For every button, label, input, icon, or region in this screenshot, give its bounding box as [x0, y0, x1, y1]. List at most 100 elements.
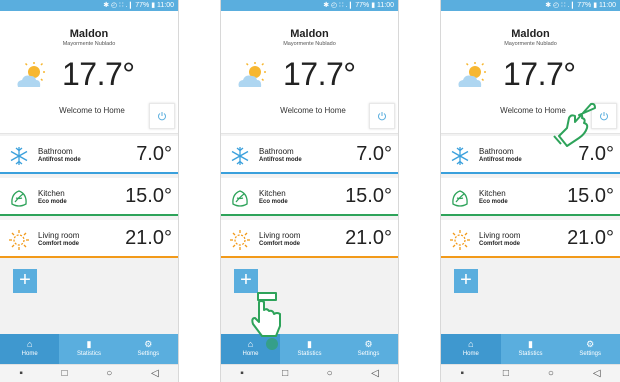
home-icon: ⌂ [26, 339, 33, 349]
current-temperature: 17.7° [503, 56, 576, 92]
room-mode: Comfort mode [259, 241, 300, 247]
room-mode: Eco mode [259, 199, 288, 205]
eco-leaf-icon [452, 190, 468, 207]
power-icon [378, 112, 386, 121]
gear-icon: ⚙ [364, 339, 373, 349]
welcome-text: Welcome to Home [59, 106, 125, 115]
add-room-button[interactable]: + [13, 269, 37, 293]
room-mode: Eco mode [38, 199, 67, 205]
recent-apps-button[interactable]: ▪ [460, 368, 464, 379]
room-temperature: 21.0° [567, 227, 614, 249]
room-bathroom[interactable]: Bathroom Antifrost mode 7.0° [221, 136, 398, 174]
room-name: Living room [38, 231, 80, 240]
android-nav-bar: ▪ □ ○ ◁ [441, 364, 620, 382]
current-temperature: 17.7° [283, 56, 356, 92]
back-button[interactable]: ◁ [371, 368, 379, 379]
weather-panel: Maldon Mayormente Nublado 17.7° Welcome … [221, 11, 398, 134]
room-kitchen[interactable]: Kitchen Eco mode 15.0° [221, 178, 398, 216]
weather-panel: Maldon Mayormente Nublado 17.7° Welcome … [0, 11, 178, 134]
overview-button[interactable]: □ [503, 368, 509, 379]
tab-settings[interactable]: ⚙ Settings [119, 334, 178, 364]
room-mode: Antifrost mode [38, 157, 81, 163]
snowflake-icon [451, 147, 469, 165]
room-name: Living room [259, 231, 301, 240]
tab-home[interactable]: ⌂ Home [441, 334, 501, 364]
partly-cloudy-icon [17, 62, 45, 87]
room-temperature: 21.0° [125, 227, 172, 249]
snowflake-icon [10, 147, 28, 165]
room-bathroom[interactable]: Bathroom Antifrost mode 7.0° [0, 136, 178, 174]
power-icon [158, 112, 166, 121]
room-temperature: 21.0° [345, 227, 392, 249]
city-name: Maldon [69, 28, 109, 40]
overview-button[interactable]: □ [282, 368, 288, 379]
city-name: Maldon [511, 28, 550, 40]
gear-icon: ⚙ [144, 339, 153, 349]
tab-settings[interactable]: ⚙ Settings [339, 334, 398, 364]
snowflake-icon [231, 147, 249, 165]
room-living-room[interactable]: Living room Comfort mode 21.0° [221, 220, 398, 258]
statistics-icon: ▮ [528, 339, 533, 349]
room-mode: Comfort mode [38, 241, 79, 247]
home-nav-button[interactable]: ○ [106, 368, 112, 379]
home-nav-button[interactable]: ○ [548, 368, 554, 379]
partly-cloudy-icon [238, 62, 266, 87]
room-mode: Antifrost mode [479, 157, 522, 163]
room-name: Bathroom [259, 147, 294, 156]
tab-bar: ⌂ Home ▮ Statistics ⚙ Settings [441, 334, 620, 364]
status-bar: ✱ ◴ ∷ .❙ 77% ▮ 11:00 [221, 0, 398, 11]
tab-home[interactable]: ⌂ Home [0, 334, 60, 364]
tab-statistics[interactable]: ▮ Statistics [59, 334, 118, 364]
recent-apps-button[interactable]: ▪ [19, 368, 23, 379]
room-name: Kitchen [479, 189, 506, 198]
weather-condition: Mayormente Nublado [283, 41, 336, 47]
room-name: Kitchen [259, 189, 286, 198]
power-button[interactable] [149, 103, 175, 129]
statistics-icon: ▮ [86, 339, 92, 349]
welcome-text: Welcome to Home [280, 106, 346, 115]
room-kitchen[interactable]: Kitchen Eco mode 15.0° [0, 178, 178, 216]
room-name: Bathroom [479, 147, 514, 156]
power-icon [600, 112, 608, 121]
eco-leaf-icon [232, 190, 248, 207]
phone-screen-3: ✱ ◴ ∷ .❙ 77% ▮ 11:00 Maldon Mayormente N… [440, 0, 620, 382]
sun-icon [450, 230, 470, 250]
room-mode: Comfort mode [479, 241, 520, 247]
add-room-button[interactable]: + [234, 269, 258, 293]
status-bar: ✱ ◴ ∷ .❙ 77% ▮ 11:00 [441, 0, 620, 11]
room-living-room[interactable]: Living room Comfort mode 21.0° [441, 220, 620, 258]
pointing-hand-icon [553, 102, 596, 147]
room-mode: Eco mode [479, 199, 508, 205]
back-button[interactable]: ◁ [593, 368, 601, 379]
city-name: Maldon [290, 28, 329, 40]
tab-bar: ⌂ Home ▮ Statistics ⚙ Settings [221, 334, 398, 364]
room-mode: Antifrost mode [259, 157, 302, 163]
tab-statistics[interactable]: ▮ Statistics [501, 334, 561, 364]
overview-button[interactable]: □ [62, 368, 68, 379]
room-name: Living room [479, 231, 521, 240]
home-nav-button[interactable]: ○ [327, 368, 333, 379]
room-name: Bathroom [38, 147, 73, 156]
weather-condition: Mayormente Nublado [62, 41, 116, 47]
weather-condition: Mayormente Nublado [504, 41, 557, 47]
status-bar: ✱ ◴ ∷ .❙ 77% ▮ 11:00 [0, 0, 178, 11]
phone-screen-2: ✱ ◴ ∷ .❙ 77% ▮ 11:00 Maldon Mayormente N… [220, 0, 399, 382]
room-living-room[interactable]: Living room Comfort mode 21.0° [0, 220, 178, 258]
pointing-hand-icon [251, 292, 281, 350]
home-icon: ⌂ [468, 339, 474, 349]
phone-screen-1: ✱ ◴ ∷ .❙ 77% ▮ 11:00 Maldon Mayormente N… [0, 0, 179, 382]
gear-icon: ⚙ [586, 339, 595, 349]
power-button[interactable] [369, 103, 395, 129]
room-name: Kitchen [38, 189, 65, 198]
recent-apps-button[interactable]: ▪ [240, 368, 244, 379]
room-temperature: 15.0° [567, 185, 614, 207]
room-temperature: 7.0° [136, 143, 172, 165]
android-nav-bar: ▪ □ ○ ◁ [0, 364, 178, 382]
sun-icon [230, 230, 250, 250]
back-button[interactable]: ◁ [151, 368, 159, 379]
add-room-button[interactable]: + [454, 269, 478, 293]
current-temperature: 17.7° [62, 56, 135, 92]
partly-cloudy-icon [458, 62, 486, 87]
tab-settings[interactable]: ⚙ Settings [560, 334, 620, 364]
room-kitchen[interactable]: Kitchen Eco mode 15.0° [441, 178, 620, 216]
